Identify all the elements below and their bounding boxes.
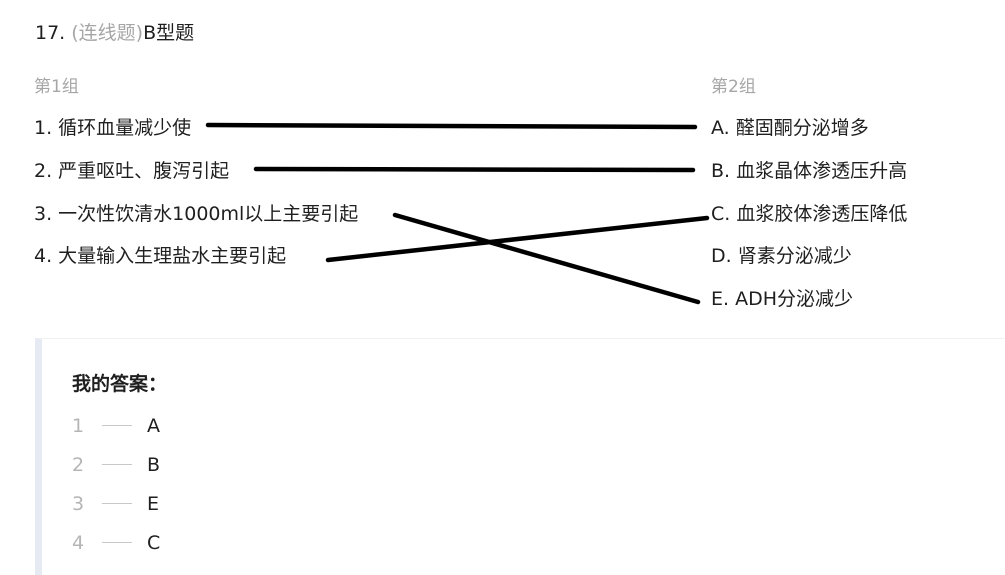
answer-letter: C xyxy=(147,532,161,554)
answer-dash xyxy=(102,425,132,426)
left-item-3[interactable]: 3. 一次性饮清水1000ml以上主要引起 xyxy=(34,201,358,227)
right-item-a[interactable]: A. 醛固酮分泌增多 xyxy=(711,115,869,141)
answer-number: 4 xyxy=(72,532,85,554)
answer-dash xyxy=(102,464,132,465)
answer-title: 我的答案： xyxy=(72,373,168,395)
answer-letter: E xyxy=(147,493,160,515)
right-item-e[interactable]: E. ADH分泌减少 xyxy=(711,286,853,312)
right-item-b[interactable]: B. 血浆晶体渗透压升高 xyxy=(711,158,907,184)
connection-line-4-c xyxy=(325,215,710,263)
answer-number: 2 xyxy=(72,454,85,476)
left-item-4[interactable]: 4. 大量输入生理盐水主要引起 xyxy=(34,243,286,269)
connection-line-1-a xyxy=(205,122,698,130)
right-item-c[interactable]: C. 血浆胶体渗透压降低 xyxy=(711,201,907,227)
left-item-1[interactable]: 1. 循环血量减少使 xyxy=(34,115,191,141)
answer-letter: B xyxy=(147,454,161,476)
connection-line-2-b xyxy=(253,166,696,173)
connection-line-3-e xyxy=(392,212,701,305)
group2-label: 第2组 xyxy=(711,77,756,97)
answer-letter: A xyxy=(147,415,160,437)
answer-number: 1 xyxy=(72,415,85,437)
question-title: B型题 xyxy=(143,22,195,44)
left-item-2[interactable]: 2. 严重呕吐、腹泻引起 xyxy=(34,158,229,184)
answer-dash xyxy=(102,542,132,543)
question-type: (连线题) xyxy=(71,22,144,44)
answer-number: 3 xyxy=(72,493,85,515)
answer-panel: 我的答案： 1 A 2 B 3 E 4 C xyxy=(35,338,1005,575)
right-item-d[interactable]: D. 肾素分泌减少 xyxy=(711,243,852,269)
question-number: 17. xyxy=(35,22,66,44)
question-header: 17. (连线题)B型题 xyxy=(35,20,194,46)
answer-dash xyxy=(102,503,132,504)
group1-label: 第1组 xyxy=(34,77,79,97)
